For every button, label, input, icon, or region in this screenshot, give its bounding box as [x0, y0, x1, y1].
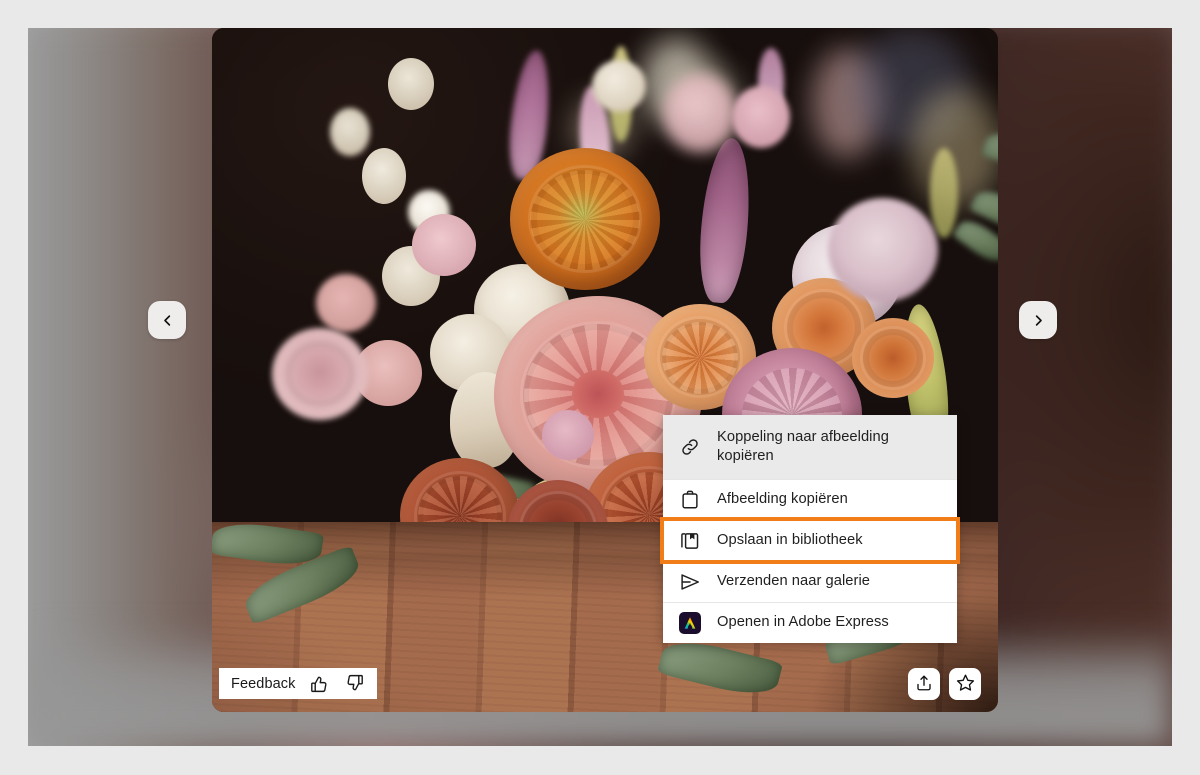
- pink-accent-flower: [316, 274, 376, 332]
- pink-accent-flower: [542, 410, 594, 460]
- menu-item-label: Koppeling naar afbeelding kopiëren: [717, 428, 889, 464]
- clipboard-copy-icon: [677, 487, 703, 513]
- pink-accent-flower: [732, 86, 790, 148]
- cream-flower: [388, 58, 434, 110]
- image-viewer-page: Feedback Koppeling naar afbeelding kopië…: [0, 0, 1200, 775]
- cream-flower: [362, 148, 406, 204]
- menu-item-label: Openen in Adobe Express: [717, 613, 889, 630]
- chevron-right-icon: [1031, 313, 1046, 328]
- spike-flower-yellow: [930, 148, 958, 238]
- chevron-left-icon: [160, 313, 175, 328]
- feedback-label: Feedback: [231, 675, 296, 692]
- menu-item-copy-image-link[interactable]: Koppeling naar afbeelding kopiëren: [663, 415, 957, 479]
- send-paper-plane-icon: [677, 569, 703, 595]
- menu-item-send-to-gallery[interactable]: Verzenden naar galerie: [663, 561, 957, 602]
- context-menu: Koppeling naar afbeelding kopiëren Afbee…: [660, 415, 960, 643]
- peach-rose: [852, 318, 934, 398]
- dahlia-petal-ring: [530, 170, 640, 270]
- star-outline-icon: [956, 673, 975, 695]
- feedback-bar: Feedback: [219, 668, 378, 699]
- save-to-library-icon: [677, 528, 703, 554]
- menu-item-save-to-library[interactable]: Opslaan in bibliotheek: [660, 517, 960, 564]
- adobe-express-logo-icon: [677, 610, 703, 636]
- thumbs-down-icon[interactable]: [344, 673, 365, 694]
- pale-rose: [272, 328, 368, 420]
- next-image-button[interactable]: [1019, 301, 1057, 339]
- menu-item-open-in-adobe-express[interactable]: Openen in Adobe Express: [663, 602, 957, 643]
- menu-item-label: Opslaan in bibliotheek: [717, 531, 863, 548]
- favorite-button[interactable]: [949, 668, 981, 700]
- cream-flower: [330, 108, 370, 156]
- prev-image-button[interactable]: [148, 301, 186, 339]
- menu-item-copy-image[interactable]: Afbeelding kopiëren: [663, 479, 957, 520]
- share-upload-icon: [915, 674, 933, 695]
- thumbs-up-icon[interactable]: [309, 673, 330, 694]
- pink-accent-flower: [412, 214, 476, 276]
- pink-dahlia: [828, 198, 938, 302]
- share-button[interactable]: [908, 668, 940, 700]
- pink-accent-flower: [664, 74, 736, 152]
- menu-item-label: Afbeelding kopiëren: [717, 490, 848, 507]
- menu-item-label: Verzenden naar galerie: [717, 572, 870, 589]
- link-icon: [677, 434, 703, 460]
- adobe-express-logo-tile: [679, 611, 701, 634]
- cream-flower: [592, 60, 646, 112]
- rose-center: [572, 370, 624, 418]
- rose-petal-swirl: [662, 322, 738, 394]
